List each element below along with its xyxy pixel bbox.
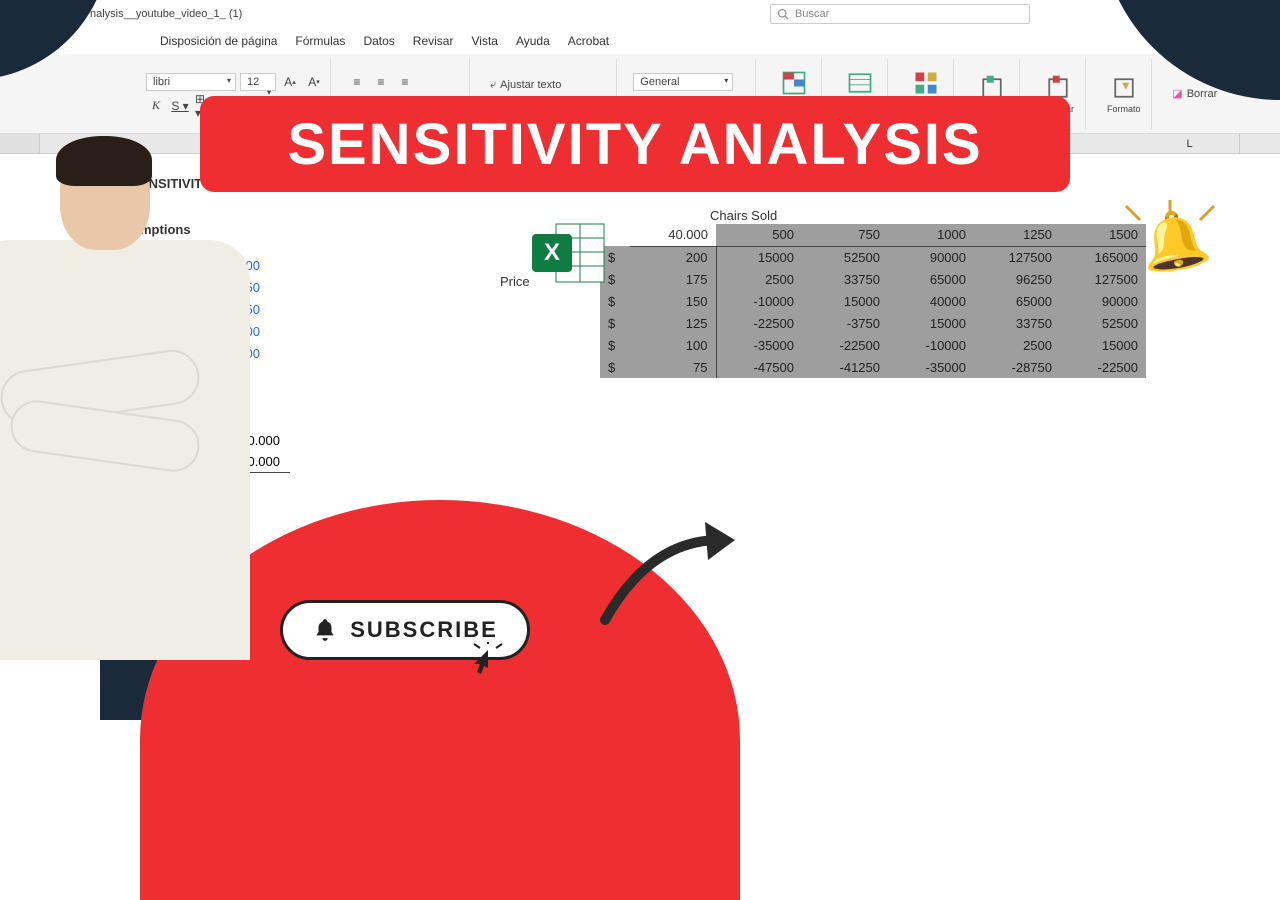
menu-data[interactable]: Datos bbox=[363, 34, 394, 48]
subscribe-bell-icon bbox=[312, 617, 338, 643]
click-cursor-icon bbox=[470, 642, 520, 692]
italic-button[interactable]: K bbox=[146, 96, 166, 116]
menu-review[interactable]: Revisar bbox=[413, 34, 454, 48]
excel-icon: X bbox=[530, 220, 608, 286]
subscribe-label: SUBSCRIBE bbox=[350, 617, 498, 643]
menu-formulas[interactable]: Fórmulas bbox=[295, 34, 345, 48]
arrow-icon bbox=[590, 510, 750, 640]
align-middle-icon[interactable]: ≡ bbox=[371, 72, 391, 92]
decor-top-left bbox=[0, 0, 140, 100]
data-table-grid[interactable]: 40.000500750100012501500$200150005250090… bbox=[600, 224, 1146, 378]
decrease-font-icon[interactable]: A▾ bbox=[304, 72, 324, 92]
menu-view[interactable]: Vista bbox=[471, 34, 497, 48]
decor-top-right bbox=[1040, 0, 1280, 140]
number-format-select[interactable]: General bbox=[633, 73, 733, 91]
increase-font-icon[interactable]: A▴ bbox=[280, 72, 300, 92]
title-banner: SENSITIVITY ANALYSIS bbox=[200, 96, 1070, 192]
wrap-text-icon: ⤶ bbox=[490, 79, 496, 92]
cell-styles-icon bbox=[912, 69, 940, 97]
align-bottom-icon[interactable]: ≡ bbox=[395, 72, 415, 92]
banner-text: SENSITIVITY ANALYSIS bbox=[287, 111, 982, 178]
data-table-col-label: Chairs Sold bbox=[710, 208, 777, 223]
menu-layout[interactable]: Disposición de página bbox=[160, 34, 277, 48]
menu-help[interactable]: Ayuda bbox=[516, 34, 550, 48]
font-size-select[interactable]: 12 bbox=[240, 73, 276, 91]
conditional-format-icon bbox=[780, 69, 808, 97]
svg-text:X: X bbox=[544, 239, 560, 266]
menu-acrobat[interactable]: Acrobat bbox=[568, 34, 609, 48]
underline-button[interactable]: S ▾ bbox=[170, 96, 190, 116]
wrap-text-button[interactable]: ⤶ Ajustar texto bbox=[486, 79, 610, 92]
font-name-select[interactable]: libri bbox=[146, 73, 236, 91]
bell-motion-lines bbox=[1120, 200, 1220, 280]
data-table: Chairs Sold Price 40.0005007501000125015… bbox=[600, 224, 1146, 378]
search-input[interactable]: Buscar bbox=[770, 4, 1030, 24]
presenter-photo bbox=[0, 140, 260, 720]
format-table-icon bbox=[846, 69, 874, 97]
search-icon bbox=[777, 8, 789, 20]
align-top-icon[interactable]: ≡ bbox=[347, 72, 367, 92]
data-table-row-label: Price bbox=[500, 274, 530, 289]
